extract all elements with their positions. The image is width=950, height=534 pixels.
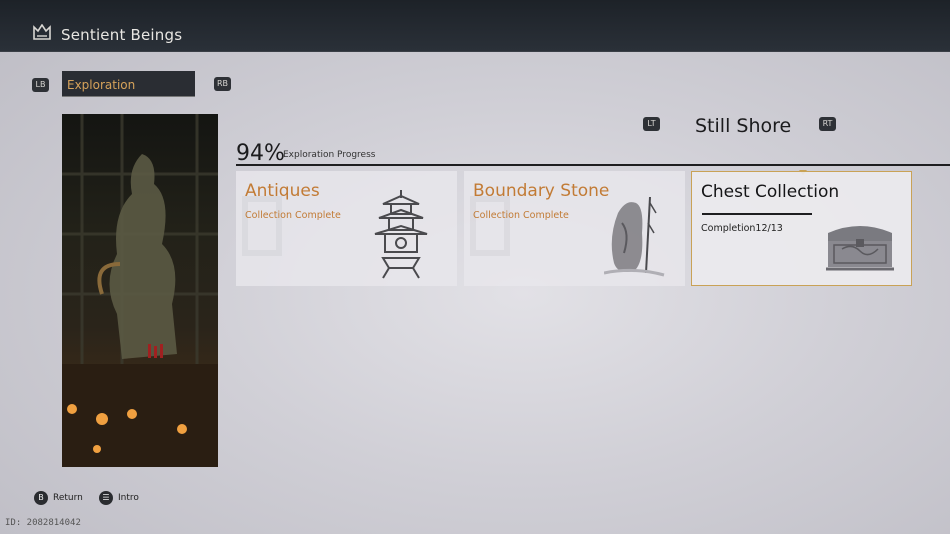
progress-divider — [236, 164, 950, 166]
menu-button-icon: ☰ — [99, 491, 113, 505]
card-antiques[interactable]: Antiques Collection Complete — [236, 171, 457, 286]
intro-label: Intro — [118, 493, 139, 503]
card-boundary-stone[interactable]: Boundary Stone Collection Complete — [464, 171, 685, 286]
card-pattern — [470, 196, 510, 256]
exploration-progress-percent: 94% — [236, 141, 285, 166]
next-tab-button[interactable]: RB — [214, 77, 231, 91]
card-title: Chest Collection — [701, 182, 840, 202]
card-status: Collection Complete — [473, 210, 569, 221]
tab-exploration-label: Exploration — [67, 78, 136, 92]
next-region-button[interactable]: RT — [819, 117, 836, 131]
b-button-icon: B — [34, 491, 48, 505]
tab-exploration[interactable]: Exploration — [62, 71, 195, 97]
pagoda-lantern-icon — [374, 190, 428, 279]
prev-region-button[interactable]: LT — [643, 117, 660, 131]
card-completion: Completion12/13 — [701, 223, 783, 234]
boundary-stone-icon — [604, 196, 665, 277]
statue-illustration — [62, 114, 218, 467]
page-title: Sentient Beings — [61, 26, 183, 44]
crown-banner-icon — [33, 24, 51, 40]
player-id: ID: 2082814042 — [5, 518, 81, 528]
card-title: Boundary Stone — [473, 181, 610, 201]
card-chest-collection[interactable]: Chest Collection Completion12/13 — [691, 171, 912, 286]
prev-tab-button[interactable]: LB — [32, 78, 49, 92]
card-status: Collection Complete — [245, 210, 341, 221]
return-label: Return — [53, 493, 83, 503]
exploration-progress-label: Exploration Progress — [283, 150, 376, 160]
card-title-underline — [702, 213, 812, 215]
card-pattern — [242, 196, 282, 256]
card-title: Antiques — [245, 181, 320, 201]
region-name: Still Shore — [695, 115, 792, 137]
guardian-statue-portrait — [62, 114, 218, 467]
treasure-chest-icon — [826, 226, 894, 271]
top-bar: Sentient Beings — [0, 0, 950, 52]
